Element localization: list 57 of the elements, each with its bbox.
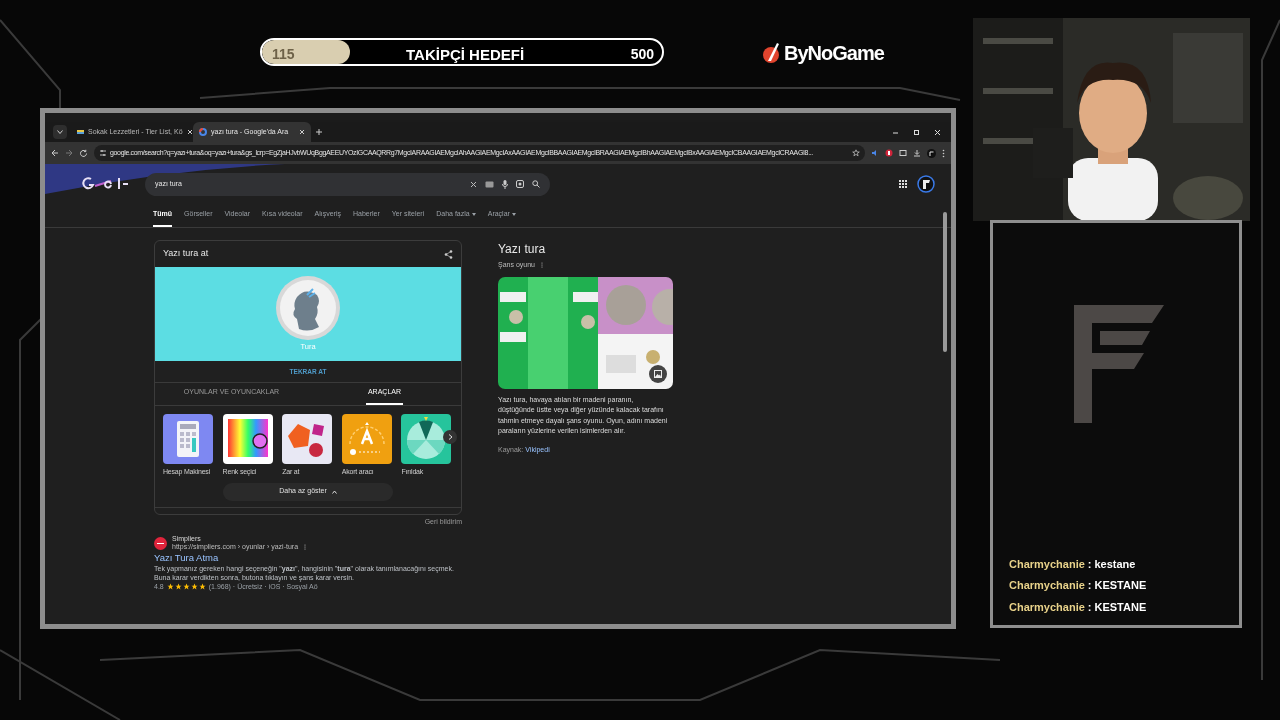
- goal-title: TAKİPÇİ HEDEFİ: [406, 45, 525, 64]
- brand-logo-icon: [762, 42, 782, 64]
- favicon-icon: [77, 128, 84, 136]
- share-icon[interactable]: [444, 249, 453, 259]
- calculator-icon: [163, 414, 213, 464]
- forward-icon[interactable]: [65, 149, 73, 157]
- coin-icon[interactable]: [275, 275, 341, 342]
- restore-icon[interactable]: [913, 128, 920, 136]
- speaker-icon[interactable]: [871, 149, 879, 157]
- color-spectrum-icon: [222, 414, 273, 464]
- chat-separator: :: [1087, 578, 1092, 593]
- close-icon[interactable]: [934, 128, 941, 136]
- record-icon[interactable]: [885, 149, 893, 157]
- account-avatar-icon[interactable]: [917, 175, 935, 193]
- dice-icon: [282, 414, 333, 464]
- reload-icon[interactable]: [79, 148, 88, 158]
- chevron-up-icon: [331, 489, 337, 494]
- chat-message: kestane: [1094, 556, 1136, 572]
- brand-name: ByNoGame: [784, 41, 884, 66]
- doodle-logo-icon[interactable]: [81, 176, 129, 192]
- scrollbar-thumb[interactable]: [943, 212, 947, 352]
- site-info-icon[interactable]: [99, 149, 107, 157]
- chat-message: KESTANE: [1094, 599, 1147, 615]
- chat-username: Charmychanie: [1009, 578, 1085, 593]
- chat-username: Charmychanie: [1009, 556, 1085, 572]
- google-favicon-icon: [199, 128, 207, 136]
- card-title: Yazı tura at: [163, 247, 209, 261]
- goal-target: 500: [630, 45, 654, 64]
- clear-icon[interactable]: [470, 180, 477, 188]
- keyboard-icon[interactable]: [485, 180, 494, 188]
- goal-current: 115: [272, 45, 295, 64]
- close-icon[interactable]: [186, 129, 193, 135]
- tab-list-button[interactable]: [53, 125, 67, 139]
- result-title-link[interactable]: Yazı Tura Atma: [154, 552, 462, 564]
- profile-avatar-icon[interactable]: [927, 148, 936, 158]
- chevron-right-icon: [447, 434, 453, 440]
- download-icon[interactable]: [913, 149, 921, 157]
- wheel-icon: [401, 414, 452, 464]
- chevron-down-icon: [57, 130, 63, 134]
- back-icon[interactable]: [51, 149, 59, 157]
- camera-icon[interactable]: [516, 180, 524, 188]
- next-button[interactable]: [443, 430, 457, 444]
- microphone-icon[interactable]: [502, 179, 508, 189]
- chat-separator: :: [1087, 599, 1092, 615]
- entity-title: Yazı tura: [498, 241, 547, 258]
- dial-icon: [341, 414, 392, 464]
- puzzle-icon[interactable]: [899, 149, 907, 157]
- apps-grid-icon[interactable]: [899, 180, 907, 188]
- chat-separator: :: [1087, 556, 1092, 572]
- new-tab-icon[interactable]: [315, 128, 323, 136]
- chat-username: Charmychanie: [1009, 599, 1085, 615]
- chat-message: KESTANE: [1094, 578, 1147, 593]
- site-logo-icon[interactable]: [154, 536, 167, 550]
- close-icon[interactable]: [299, 129, 305, 135]
- star-icon[interactable]: [852, 149, 860, 157]
- image-icon: [654, 369, 662, 378]
- search-icon[interactable]: [532, 180, 540, 188]
